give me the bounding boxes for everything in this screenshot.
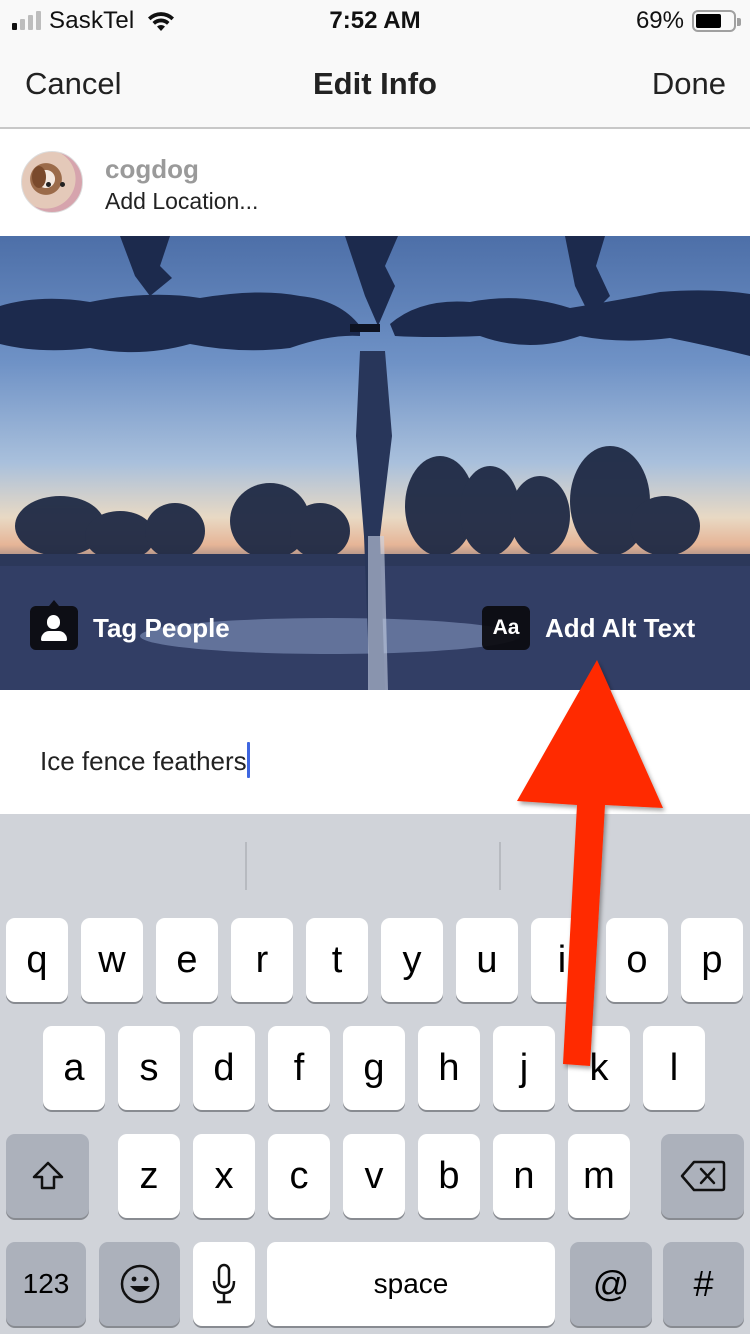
keyboard: 123 space @ # qwertyuiop asdfghjkl zxcvbnm (0, 814, 750, 1334)
key-g[interactable]: g (343, 1026, 405, 1110)
backspace-icon (680, 1160, 725, 1192)
add-alt-text-button[interactable]: Aa Add Alt Text (482, 606, 695, 650)
key-w[interactable]: w (81, 918, 143, 1002)
add-alt-text-label: Add Alt Text (545, 612, 696, 643)
key-x[interactable]: x (193, 1134, 255, 1218)
key-a[interactable]: a (43, 1026, 105, 1110)
caption-field[interactable]: Ice fence feathers (0, 690, 750, 814)
key-m[interactable]: m (568, 1134, 630, 1218)
battery-icon (692, 10, 741, 32)
at-key[interactable]: @ (570, 1242, 652, 1326)
key-p[interactable]: p (681, 918, 743, 1002)
numbers-key[interactable]: 123 (6, 1242, 86, 1326)
text-format-icon: Aa (482, 606, 530, 650)
dictation-key[interactable] (193, 1242, 255, 1326)
key-z[interactable]: z (118, 1134, 180, 1218)
key-b[interactable]: b (418, 1134, 480, 1218)
caption-input[interactable]: Ice fence feathers (40, 746, 247, 776)
battery-percentage: 69% (635, 7, 684, 34)
hash-key[interactable]: # (663, 1242, 744, 1326)
shift-key[interactable] (6, 1134, 89, 1218)
predictive-divider (499, 842, 501, 890)
status-bar: SaskTel 7:52 AM 69% (0, 0, 750, 42)
key-r[interactable]: r (231, 918, 293, 1002)
post-header: cogdog Add Location... (0, 130, 750, 236)
key-t[interactable]: t (306, 918, 368, 1002)
delete-key[interactable] (661, 1134, 744, 1218)
key-n[interactable]: n (493, 1134, 555, 1218)
predictive-divider (245, 842, 247, 890)
emoji-key[interactable] (99, 1242, 180, 1326)
key-y[interactable]: y (381, 918, 443, 1002)
key-f[interactable]: f (268, 1026, 330, 1110)
key-h[interactable]: h (418, 1026, 480, 1110)
key-d[interactable]: d (193, 1026, 255, 1110)
key-s[interactable]: s (118, 1026, 180, 1110)
username: cogdog (105, 154, 199, 184)
key-e[interactable]: e (156, 918, 218, 1002)
cancel-button[interactable]: Cancel (25, 66, 122, 102)
person-icon (30, 600, 78, 650)
key-j[interactable]: j (493, 1026, 555, 1110)
microphone-icon (212, 1263, 236, 1304)
tag-people-button[interactable]: Tag People (30, 600, 230, 650)
add-location-button[interactable]: Add Location... (105, 188, 258, 215)
key-i[interactable]: i (531, 918, 593, 1002)
post-photo: Tag People Aa Add Alt Text (0, 236, 750, 690)
key-k[interactable]: k (568, 1026, 630, 1110)
shift-icon (32, 1161, 63, 1190)
space-key[interactable]: space (267, 1242, 555, 1326)
key-u[interactable]: u (456, 918, 518, 1002)
done-button[interactable]: Done (652, 66, 726, 102)
tag-people-label: Tag People (93, 612, 230, 643)
key-q[interactable]: q (6, 918, 68, 1002)
navigation-bar: Cancel Edit Info Done (0, 42, 750, 129)
key-v[interactable]: v (343, 1134, 405, 1218)
key-l[interactable]: l (643, 1026, 705, 1110)
avatar (21, 151, 83, 213)
text-cursor (246, 742, 250, 778)
key-o[interactable]: o (606, 918, 668, 1002)
predictive-bar (0, 814, 750, 902)
emoji-icon (120, 1264, 159, 1304)
key-c[interactable]: c (268, 1134, 330, 1218)
